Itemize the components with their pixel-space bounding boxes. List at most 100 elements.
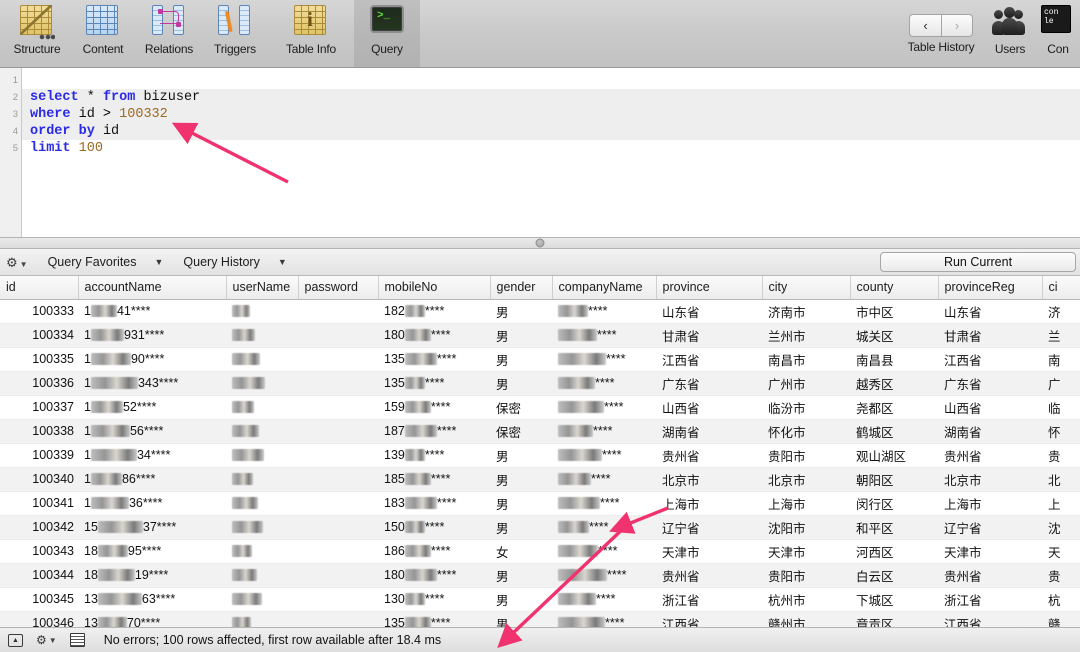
table-row[interactable]: 1003451363****130****男****浙江省杭州市下城区浙江省杭	[0, 587, 1080, 611]
cell-password[interactable]	[298, 587, 378, 611]
cell-id[interactable]: 100334	[0, 323, 78, 347]
column-header[interactable]: password	[298, 276, 378, 299]
table-row[interactable]: 100338156****187****保密****湖南省怀化市鹤城区湖南省怀	[0, 419, 1080, 443]
code-line[interactable]: select * from bizuser	[22, 89, 1080, 106]
cell-city-reg[interactable]: 贵	[1042, 443, 1080, 467]
table-row[interactable]: 100335190****135****男****江西省南昌市南昌县江西省南	[0, 347, 1080, 371]
table-row[interactable]: 100341136****183****男****上海市上海市闵行区上海市上	[0, 491, 1080, 515]
history-back-forward-icon[interactable]: ‹ ›	[909, 13, 973, 37]
query-history-dropdown[interactable]: Query History ▼	[183, 255, 286, 269]
cell-city-reg[interactable]: 北	[1042, 467, 1080, 491]
cell-county[interactable]: 闵行区	[850, 491, 938, 515]
cell-county[interactable]: 下城区	[850, 587, 938, 611]
cell-city-reg[interactable]: 广	[1042, 371, 1080, 395]
cell-city-reg[interactable]: 临	[1042, 395, 1080, 419]
cell-county[interactable]: 章贡区	[850, 611, 938, 627]
cell-password[interactable]	[298, 611, 378, 627]
cell-gender[interactable]: 男	[490, 515, 552, 539]
cell-city[interactable]: 北京市	[762, 467, 850, 491]
cell-city[interactable]: 上海市	[762, 491, 850, 515]
cell-company-name[interactable]: ****	[552, 419, 656, 443]
cell-company-name[interactable]: ****	[552, 515, 656, 539]
cell-mobile-no[interactable]: 185****	[378, 467, 490, 491]
cell-gender[interactable]: 保密	[490, 395, 552, 419]
cell-company-name[interactable]: ****	[552, 587, 656, 611]
toolbar-tab-query[interactable]: Query	[354, 0, 420, 67]
cell-county[interactable]: 越秀区	[850, 371, 938, 395]
cell-user-name[interactable]	[226, 371, 298, 395]
cell-province[interactable]: 浙江省	[656, 587, 762, 611]
cell-company-name[interactable]: ****	[552, 395, 656, 419]
cell-account-name[interactable]: 136****	[78, 491, 226, 515]
cell-province[interactable]: 甘肃省	[656, 323, 762, 347]
table-row[interactable]: 1003361343****135****男****广东省广州市越秀区广东省广	[0, 371, 1080, 395]
cell-gender[interactable]: 男	[490, 491, 552, 515]
cell-city-reg[interactable]: 赣	[1042, 611, 1080, 627]
cell-user-name[interactable]	[226, 395, 298, 419]
cell-mobile-no[interactable]: 187****	[378, 419, 490, 443]
cell-city[interactable]: 临汾市	[762, 395, 850, 419]
cell-gender[interactable]: 女	[490, 539, 552, 563]
query-favorites-dropdown[interactable]: Query Favorites ▼	[48, 255, 164, 269]
gear-icon[interactable]: ⚙▼	[6, 256, 28, 269]
sql-editor[interactable]: 12345 select * from bizuserwhere id > 10…	[0, 68, 1080, 237]
column-header[interactable]: accountName	[78, 276, 226, 299]
cell-province-reg[interactable]: 湖南省	[938, 419, 1042, 443]
cell-password[interactable]	[298, 299, 378, 323]
cell-id[interactable]: 100335	[0, 347, 78, 371]
cell-user-name[interactable]	[226, 467, 298, 491]
cell-mobile-no[interactable]: 183****	[378, 491, 490, 515]
cell-company-name[interactable]: ****	[552, 443, 656, 467]
cell-province[interactable]: 天津市	[656, 539, 762, 563]
cell-province-reg[interactable]: 江西省	[938, 347, 1042, 371]
cell-city-reg[interactable]: 天	[1042, 539, 1080, 563]
cell-user-name[interactable]	[226, 347, 298, 371]
cell-mobile-no[interactable]: 135****	[378, 347, 490, 371]
cell-province[interactable]: 江西省	[656, 347, 762, 371]
cell-user-name[interactable]	[226, 299, 298, 323]
cell-province[interactable]: 山西省	[656, 395, 762, 419]
cell-id[interactable]: 100341	[0, 491, 78, 515]
cell-user-name[interactable]	[226, 611, 298, 627]
cell-county[interactable]: 尧都区	[850, 395, 938, 419]
cell-id[interactable]: 100339	[0, 443, 78, 467]
toolbar-tab-content[interactable]: Content	[70, 0, 136, 67]
cell-city[interactable]: 杭州市	[762, 587, 850, 611]
query-results-table[interactable]: idaccountNameuserNamepasswordmobileNogen…	[0, 276, 1080, 627]
column-header[interactable]: mobileNo	[378, 276, 490, 299]
cell-user-name[interactable]	[226, 515, 298, 539]
cell-id[interactable]: 100343	[0, 539, 78, 563]
toolbar-table-history[interactable]: ‹ › Table History	[898, 0, 984, 67]
cell-province[interactable]: 上海市	[656, 491, 762, 515]
cell-province-reg[interactable]: 江西省	[938, 611, 1042, 627]
cell-account-name[interactable]: 186****	[78, 467, 226, 491]
pane-splitter[interactable]	[0, 237, 1080, 249]
cell-user-name[interactable]	[226, 539, 298, 563]
cell-mobile-no[interactable]: 159****	[378, 395, 490, 419]
cell-account-name[interactable]: 190****	[78, 347, 226, 371]
cell-id[interactable]: 100344	[0, 563, 78, 587]
code-line[interactable]: order by id	[22, 123, 1080, 140]
cell-mobile-no[interactable]: 180****	[378, 563, 490, 587]
cell-password[interactable]	[298, 563, 378, 587]
cell-province-reg[interactable]: 甘肃省	[938, 323, 1042, 347]
cell-city-reg[interactable]: 杭	[1042, 587, 1080, 611]
cell-account-name[interactable]: 1537****	[78, 515, 226, 539]
cell-account-name[interactable]: 141****	[78, 299, 226, 323]
cell-mobile-no[interactable]: 180****	[378, 323, 490, 347]
cell-county[interactable]: 河西区	[850, 539, 938, 563]
cell-user-name[interactable]	[226, 443, 298, 467]
cell-province-reg[interactable]: 天津市	[938, 539, 1042, 563]
cell-city-reg[interactable]: 沈	[1042, 515, 1080, 539]
cell-company-name[interactable]: ****	[552, 371, 656, 395]
cell-province-reg[interactable]: 辽宁省	[938, 515, 1042, 539]
cell-account-name[interactable]: 1819****	[78, 563, 226, 587]
cell-province-reg[interactable]: 上海市	[938, 491, 1042, 515]
cell-gender[interactable]: 男	[490, 611, 552, 627]
cell-city[interactable]: 南昌市	[762, 347, 850, 371]
table-row[interactable]: 100333141****182****男****山东省济南市市中区山东省济	[0, 299, 1080, 323]
cell-gender[interactable]: 男	[490, 467, 552, 491]
cell-account-name[interactable]: 156****	[78, 419, 226, 443]
column-header[interactable]: city	[762, 276, 850, 299]
column-header[interactable]: id	[0, 276, 78, 299]
